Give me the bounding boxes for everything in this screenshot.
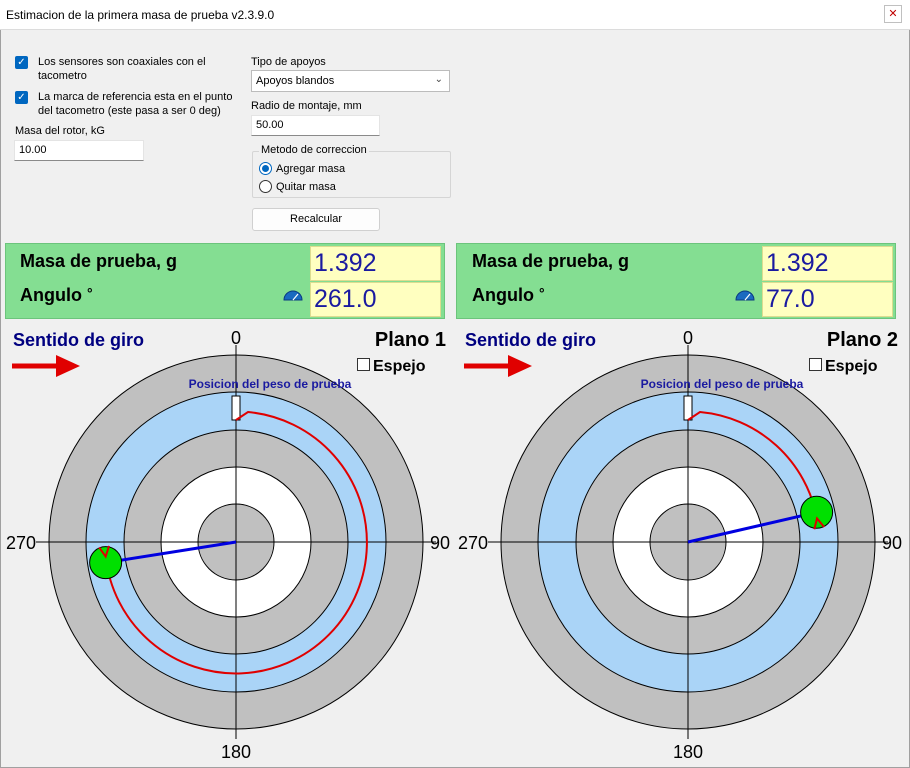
plane2-polar: 0 180 270 90 Posicion del peso de prueba bbox=[458, 328, 902, 762]
plane2-diagram: Sentido de giro Plano 2 Espejo 0 180 270 90… bbox=[458, 328, 902, 762]
plane1-diagram: Sentido de giro Plano 1 Espejo 0 180 270 90… bbox=[6, 328, 450, 762]
recalculate-button[interactable]: Recalcular bbox=[252, 208, 380, 231]
plane1-mass-value: 1.392 bbox=[310, 246, 441, 281]
trial-weight-marker bbox=[89, 546, 123, 580]
window-title: Estimacion de la primera masa de prueba … bbox=[6, 8, 275, 22]
axis-label-0: 0 bbox=[683, 328, 693, 348]
plane2-title: Plano 2 bbox=[827, 329, 898, 351]
trial-weight-position-label: Posicion del peso de prueba bbox=[189, 377, 352, 391]
axis-label-90: 90 bbox=[430, 533, 450, 553]
reference-mark-label-2: del tacometro (este pasa a ser 0 deg) bbox=[38, 105, 221, 117]
plane1-mirror-label: Espejo bbox=[373, 358, 426, 375]
protractor-icon[interactable] bbox=[283, 288, 303, 302]
support-type-select[interactable]: Apoyos blandos ⌄ bbox=[251, 70, 450, 92]
plane1-polar: 0 180 270 90 Posicion del peso de prueba bbox=[6, 328, 450, 762]
reference-mark bbox=[231, 395, 241, 421]
support-type-value: Apoyos blandos bbox=[256, 75, 335, 87]
trial-weight-position-label: Posicion del peso de prueba bbox=[641, 377, 804, 391]
axis-label-180: 180 bbox=[673, 742, 703, 762]
add-mass-radio[interactable] bbox=[259, 162, 272, 175]
axis-label-180: 180 bbox=[221, 742, 251, 762]
support-type-label: Tipo de apoyos bbox=[251, 56, 326, 68]
add-mass-label: Agregar masa bbox=[276, 163, 346, 175]
plane1-rotation-label: Sentido de giro bbox=[13, 330, 144, 350]
chevron-down-icon: ⌄ bbox=[434, 74, 443, 85]
axis-label-0: 0 bbox=[231, 328, 241, 348]
axis-label-90: 90 bbox=[882, 533, 902, 553]
axis-label-270: 270 bbox=[6, 533, 36, 553]
rotation-arrow-icon bbox=[12, 355, 80, 377]
plane2-angle-label: Angulo ° bbox=[472, 285, 545, 305]
remove-mass-label: Quitar masa bbox=[276, 181, 336, 193]
protractor-icon[interactable] bbox=[735, 288, 755, 302]
plane1-angle-label: Angulo ° bbox=[20, 285, 93, 305]
coaxial-sensors-checkbox[interactable]: ✓ bbox=[15, 56, 28, 69]
mount-radius-label: Radio de montaje, mm bbox=[251, 100, 362, 112]
plane1-mass-label: Masa de prueba, g bbox=[20, 251, 178, 271]
rotor-mass-input[interactable]: 10.00 bbox=[14, 140, 144, 161]
plane2-mirror-checkbox[interactable] bbox=[809, 358, 822, 371]
plane2-rotation-label: Sentido de giro bbox=[465, 330, 596, 350]
title-bar: Estimacion de la primera masa de prueba … bbox=[0, 0, 910, 30]
plane1-mirror-checkbox[interactable] bbox=[357, 358, 370, 371]
plane2-mass-label: Masa de prueba, g bbox=[472, 251, 630, 271]
reference-mark-label-1: La marca de referencia esta en el punto bbox=[38, 91, 233, 103]
correction-method-label: Metodo de correccion bbox=[259, 144, 369, 156]
plane2-angle-value: 77.0 bbox=[762, 282, 893, 317]
mount-radius-input[interactable]: 50.00 bbox=[251, 115, 380, 136]
close-button[interactable]: ✕ bbox=[884, 5, 902, 23]
rotation-arrow-icon bbox=[464, 355, 532, 377]
coaxial-sensors-label-1: Los sensores son coaxiales con el bbox=[38, 56, 206, 68]
plane1-title: Plano 1 bbox=[375, 329, 446, 351]
plane2-mirror-label: Espejo bbox=[825, 358, 878, 375]
plane2-mass-value: 1.392 bbox=[762, 246, 893, 281]
coaxial-sensors-label-2: tacometro bbox=[38, 70, 87, 82]
axis-label-270: 270 bbox=[458, 533, 488, 553]
rotor-mass-label: Masa del rotor, kG bbox=[15, 125, 105, 137]
reference-mark bbox=[683, 395, 693, 421]
reference-mark-checkbox[interactable]: ✓ bbox=[15, 91, 28, 104]
plane1-angle-value: 261.0 bbox=[310, 282, 441, 317]
remove-mass-radio[interactable] bbox=[259, 180, 272, 193]
